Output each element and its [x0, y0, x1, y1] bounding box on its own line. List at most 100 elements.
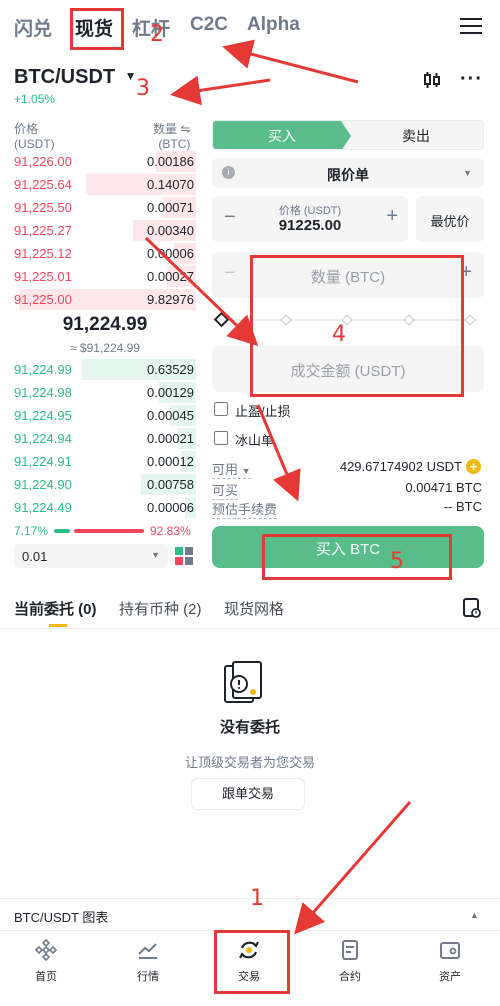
wallet-icon	[440, 942, 460, 959]
buy-ratio: 7.17%	[14, 524, 49, 538]
can-buy-value: 0.00471 BTC	[405, 480, 482, 495]
can-buy-label: 可买	[212, 480, 239, 500]
bid-row[interactable]: 91,224.98 0.00129	[12, 381, 196, 404]
order-history-icon[interactable]	[462, 597, 482, 619]
ask-price: 91,225.64	[14, 177, 72, 192]
annotation-label-5: 5	[390, 549, 404, 574]
buy-tab[interactable]: 买入	[213, 121, 351, 149]
precision-select[interactable]: 0.01 ▼	[14, 544, 168, 568]
nav-home-label: 首页	[35, 971, 57, 983]
nav-markets[interactable]: 行情	[108, 938, 188, 984]
best-price-button[interactable]: 最优价	[416, 196, 484, 242]
markets-chart-icon	[138, 943, 157, 959]
ask-price: 91,225.00	[14, 292, 72, 307]
tab-spot-grid[interactable]: 现货网格	[224, 598, 284, 619]
chart-bar-label[interactable]: BTC/USDT 图表	[14, 907, 108, 926]
active-tab-indicator	[49, 624, 67, 627]
nav-futures[interactable]: 合约	[310, 938, 390, 984]
chevron-up-icon[interactable]: ▲	[470, 910, 479, 920]
bid-qty: 0.00129	[147, 385, 194, 400]
bid-row[interactable]: 91,224.90 0.00758	[12, 473, 196, 496]
layout-toggle-icon[interactable]	[174, 546, 194, 566]
bid-row[interactable]: 91,224.99 0.63529	[12, 358, 196, 381]
slider-handle[interactable]	[213, 311, 230, 328]
available-label-text: 可用	[212, 462, 239, 477]
tab-alpha[interactable]: Alpha	[247, 14, 300, 36]
ob-qty-header: 数量 ⇋ (BTC)	[153, 122, 190, 152]
bid-price: 91,224.90	[14, 477, 72, 492]
ob-qty-label: 数量	[153, 122, 178, 136]
bid-row[interactable]: 91,224.91 0.00012	[12, 450, 196, 473]
arrow-to-trade	[294, 801, 412, 935]
bid-price: 91,224.95	[14, 408, 72, 423]
ask-price: 91,225.12	[14, 246, 72, 261]
buy-sell-toggle: 买入 卖出	[212, 120, 484, 150]
price-input[interactable]: − 价格 (USDT) 91225.00 +	[212, 196, 408, 242]
menu-icon[interactable]	[460, 18, 482, 36]
buy-ratio-bar	[54, 529, 70, 533]
ask-row[interactable]: 91,225.12 0.00006	[12, 242, 196, 265]
annotation-box-5	[262, 534, 452, 580]
ask-qty: 0.00027	[147, 269, 194, 284]
bid-row[interactable]: 91,224.49 0.00006	[12, 496, 196, 519]
candlestick-icon[interactable]	[422, 70, 442, 90]
iceberg-checkbox[interactable]	[214, 431, 228, 445]
ask-qty: 0.14070	[147, 177, 194, 192]
bid-price: 91,224.94	[14, 431, 72, 446]
iceberg-label: 冰山单	[235, 433, 275, 448]
last-price: 91,224.99	[62, 314, 148, 335]
bid-price: 91,224.99	[14, 362, 72, 377]
ask-qty: 0.00071	[147, 200, 194, 215]
precision-value: 0.01	[22, 549, 48, 564]
pair-selector[interactable]: BTC/USDT ▼	[14, 66, 137, 89]
ask-row[interactable]: 91,226.00 0.00186	[12, 150, 196, 173]
ask-qty: 0.00340	[147, 223, 194, 238]
fee-value: -- BTC	[443, 499, 482, 514]
chevron-down-icon: ▼	[151, 550, 160, 560]
swap-icon[interactable]: ⇋	[180, 122, 190, 136]
ask-row[interactable]: 91,225.01 0.00027	[12, 265, 196, 288]
ask-row[interactable]: 91,225.64 0.14070	[12, 173, 196, 196]
fee-label: 预估手续费	[212, 499, 278, 519]
tp-sl-checkbox[interactable]	[214, 402, 228, 416]
copy-trading-button[interactable]: 跟单交易	[191, 778, 305, 810]
bid-row[interactable]: 91,224.94 0.00021	[12, 427, 196, 450]
annotation-label-4: 4	[332, 322, 346, 347]
nav-markets-label: 行情	[137, 971, 159, 983]
more-icon[interactable]: ···	[460, 68, 483, 91]
nav-assets[interactable]: 资产	[410, 938, 490, 984]
ob-price-header: 价格 (USDT)	[14, 122, 55, 152]
futures-doc-icon	[342, 940, 358, 960]
price-value: 91225.00	[278, 217, 342, 234]
available-label: 可用 ▼	[212, 459, 251, 479]
bid-row[interactable]: 91,224.95 0.00045	[12, 404, 196, 427]
ask-row[interactable]: 91,225.00 9.82976	[12, 288, 196, 311]
empty-title: 没有委托	[219, 719, 280, 736]
bid-qty: 0.00045	[147, 408, 194, 423]
order-type-select[interactable]: i 限价单 ▼	[212, 158, 484, 188]
ask-price: 91,225.27	[14, 223, 72, 238]
add-funds-icon[interactable]: +	[466, 459, 481, 474]
bid-qty: 0.63529	[147, 362, 194, 377]
slider-step-100[interactable]	[464, 314, 476, 326]
nav-home[interactable]: 首页	[6, 938, 86, 984]
tab-open-orders[interactable]: 当前委托 (0)	[14, 598, 97, 619]
nav-assets-label: 资产	[439, 971, 461, 983]
ask-price: 91,225.50	[14, 200, 72, 215]
ask-price: 91,225.01	[14, 269, 72, 284]
annotation-label-2: 2	[150, 22, 164, 47]
tab-convert[interactable]: 闪兑	[14, 14, 52, 41]
sell-tab[interactable]: 卖出	[349, 121, 483, 149]
plus-icon[interactable]: +	[386, 205, 398, 228]
tab-holdings[interactable]: 持有币种 (2)	[119, 598, 202, 619]
tab-c2c[interactable]: C2C	[190, 14, 228, 36]
bid-price: 91,224.91	[14, 454, 72, 469]
order-type-value: 限价单	[327, 167, 369, 183]
bid-qty: 0.00012	[147, 454, 194, 469]
ask-row[interactable]: 91,225.27 0.00340	[12, 219, 196, 242]
ask-price: 91,226.00	[14, 154, 72, 169]
tp-sl-label: 止盈/止损	[235, 404, 291, 419]
ask-row[interactable]: 91,225.50 0.00071	[12, 196, 196, 219]
empty-subtitle: 让顶级交易者为您交易	[184, 755, 315, 770]
divider	[0, 628, 500, 629]
